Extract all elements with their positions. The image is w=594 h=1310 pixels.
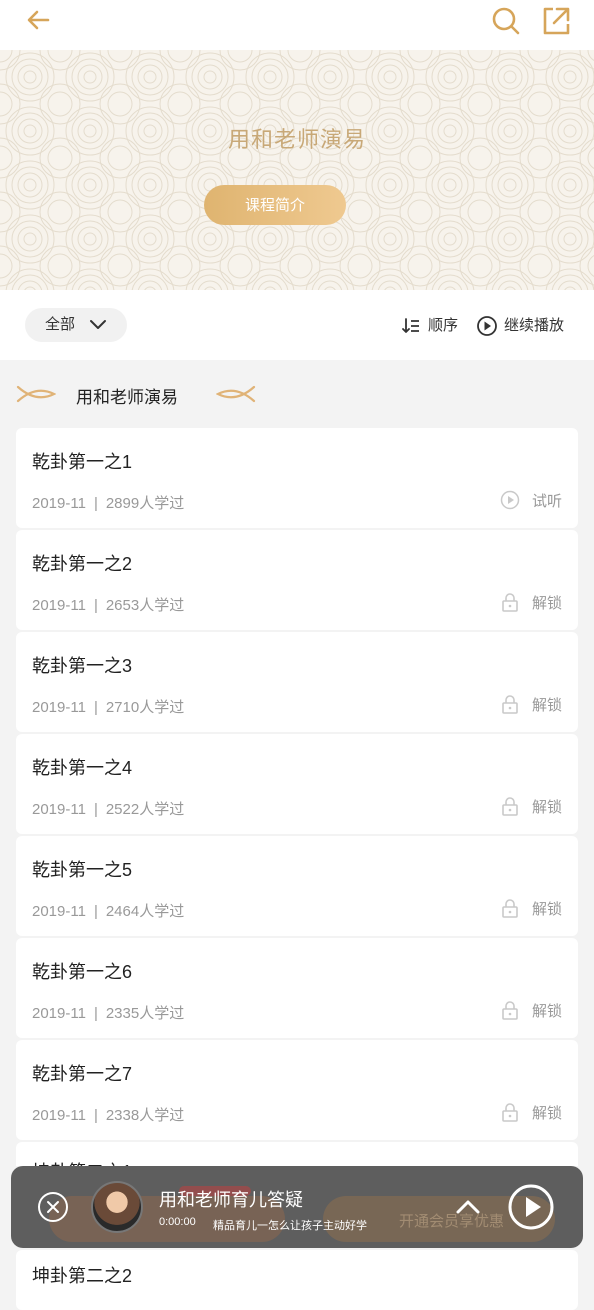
play-circle-icon (477, 316, 497, 336)
chevron-down-icon (90, 320, 106, 329)
search-icon[interactable] (490, 5, 522, 37)
lesson-action-button[interactable]: 解锁 (502, 796, 562, 816)
lesson-action-label: 解锁 (531, 595, 562, 612)
fish-ornament-icon (216, 385, 256, 403)
lock-icon (502, 899, 518, 918)
lesson-date: 2019-11 (32, 1005, 86, 1022)
avatar (91, 1181, 143, 1233)
lesson-date: 2019-11 (32, 597, 86, 614)
lock-icon (502, 1001, 518, 1020)
lesson-meta: 2019-11 | 2464人学过 (32, 900, 184, 921)
arrow-left-icon[interactable] (22, 6, 54, 38)
course-hero: 用和老师演易 课程简介 (0, 50, 594, 290)
lesson-action-label: 解锁 (531, 1105, 562, 1122)
course-intro-button[interactable]: 课程简介 (204, 185, 346, 225)
lesson-date: 2019-11 (32, 699, 86, 716)
lesson-date: 2019-11 (32, 801, 86, 818)
meta-separator: | (93, 1107, 98, 1124)
lesson-title: 乾卦第一之6 (32, 962, 133, 982)
lock-icon (502, 695, 518, 714)
list-item[interactable]: 乾卦第一之2 2019-11 | 2653人学过 解锁 (16, 530, 578, 630)
list-item[interactable]: 乾卦第一之5 2019-11 | 2464人学过 解锁 (16, 836, 578, 936)
lesson-action-button[interactable]: 解锁 (502, 694, 562, 714)
filter-bar: 全部 顺序 继续播放 (0, 290, 594, 360)
play-circle-icon[interactable] (507, 1183, 555, 1231)
lesson-date: 2019-11 (32, 903, 86, 920)
list-item[interactable]: 乾卦第一之4 2019-11 | 2522人学过 解锁 (16, 734, 578, 834)
lesson-date: 2019-11 (32, 495, 86, 512)
share-external-icon[interactable] (540, 5, 572, 37)
lesson-learners: 2464人学过 (105, 903, 185, 920)
lesson-action-button[interactable]: 试听 (500, 490, 562, 510)
lock-icon (502, 593, 518, 612)
list-item-partial[interactable]: 坤卦第二之1 (16, 1142, 578, 1166)
lesson-title: 乾卦第一之7 (32, 1064, 133, 1084)
lesson-title: 乾卦第一之1 (32, 452, 133, 472)
lesson-list: 乾卦第一之1 2019-11 | 2899人学过 试听乾卦第一之2 2019-11 | 265… (16, 428, 578, 1142)
list-item[interactable]: 乾卦第一之3 2019-11 | 2710人学过 解锁 (16, 632, 578, 732)
lesson-meta: 2019-11 | 2899人学过 (32, 492, 184, 513)
player-time: 0:00:00 (159, 1216, 196, 1228)
play-circle-icon (500, 490, 520, 510)
lesson-action-label: 解锁 (531, 901, 562, 918)
meta-separator: | (93, 801, 98, 818)
chevron-up-icon[interactable] (455, 1194, 481, 1220)
lesson-action-label: 解锁 (531, 697, 562, 714)
mini-player[interactable]: 开通会员享优惠 用和老师育儿答疑 0:00:00 精品育儿一怎么让孩子主动好学 (11, 1166, 583, 1248)
lesson-title: 乾卦第一之3 (32, 656, 133, 676)
lesson-action-button[interactable]: 解锁 (502, 1000, 562, 1020)
player-title: 用和老师育儿答疑 (159, 1190, 303, 1210)
behind-button-text: 开通会员享优惠 (399, 1213, 505, 1230)
fish-ornament-icon (16, 385, 56, 403)
lesson-action-button[interactable]: 解锁 (502, 1102, 562, 1122)
lesson-title: 乾卦第一之2 (32, 554, 133, 574)
meta-separator: | (93, 903, 98, 920)
lesson-title: 乾卦第一之4 (32, 758, 133, 778)
lesson-meta: 2019-11 | 2338人学过 (32, 1104, 184, 1125)
meta-separator: | (93, 597, 98, 614)
list-item[interactable]: 乾卦第一之7 2019-11 | 2338人学过 解锁 (16, 1040, 578, 1140)
player-subtitle: 精品育儿一怎么让孩子主动好学 (213, 1220, 367, 1232)
section-title: 用和老师演易 (76, 388, 178, 407)
sort-order-label: 顺序 (428, 317, 459, 334)
lesson-meta: 2019-11 | 2335人学过 (32, 1002, 184, 1023)
lesson-learners: 2899人学过 (105, 495, 185, 512)
filter-all-dropdown[interactable]: 全部 (25, 308, 127, 342)
wave-pattern-background (0, 50, 594, 290)
lesson-learners: 2653人学过 (105, 597, 185, 614)
lesson-learners: 2335人学过 (105, 1005, 185, 1022)
lesson-learners: 2338人学过 (105, 1107, 185, 1124)
lock-icon (502, 797, 518, 816)
lesson-title: 乾卦第一之5 (32, 860, 133, 880)
lock-icon (502, 1103, 518, 1122)
section-heading: 用和老师演易 (0, 370, 594, 418)
continue-play-label: 继续播放 (504, 317, 565, 334)
meta-separator: | (93, 1005, 98, 1022)
filter-all-label: 全部 (45, 316, 76, 333)
lesson-meta: 2019-11 | 2522人学过 (32, 798, 184, 819)
lesson-action-label: 试听 (531, 493, 562, 510)
lesson-action-label: 解锁 (531, 1003, 562, 1020)
list-item[interactable]: 乾卦第一之1 2019-11 | 2899人学过 试听 (16, 428, 578, 528)
lesson-learners: 2522人学过 (105, 801, 185, 818)
top-bar (0, 0, 594, 50)
lesson-action-label: 解锁 (531, 799, 562, 816)
course-title: 用和老师演易 (227, 127, 366, 152)
sort-list-icon (402, 318, 419, 333)
lesson-title: 坤卦第二之1 (32, 1158, 132, 1166)
list-item-partial[interactable]: 坤卦第二之2 (16, 1250, 578, 1310)
lesson-action-button[interactable]: 解锁 (502, 592, 562, 612)
close-icon[interactable] (36, 1190, 70, 1224)
lesson-learners: 2710人学过 (105, 699, 185, 716)
list-item[interactable]: 乾卦第一之6 2019-11 | 2335人学过 解锁 (16, 938, 578, 1038)
lesson-date: 2019-11 (32, 1107, 86, 1124)
lesson-action-button[interactable]: 解锁 (502, 898, 562, 918)
lesson-title: 坤卦第二之2 (32, 1266, 133, 1286)
lesson-meta: 2019-11 | 2710人学过 (32, 696, 184, 717)
meta-separator: | (93, 495, 98, 512)
lesson-meta: 2019-11 | 2653人学过 (32, 594, 184, 615)
meta-separator: | (93, 699, 98, 716)
